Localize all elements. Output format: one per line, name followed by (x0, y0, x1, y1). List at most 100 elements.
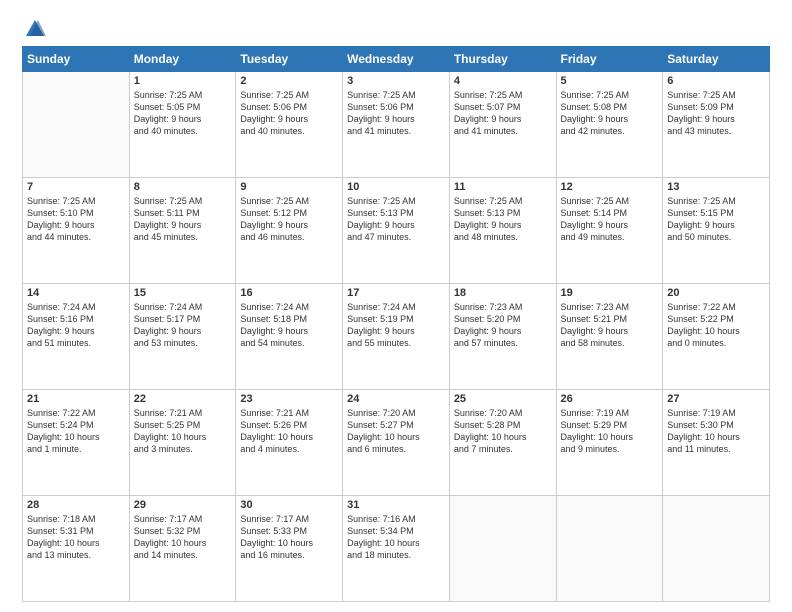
day-info: Sunrise: 7:25 AMSunset: 5:08 PMDaylight:… (561, 89, 659, 138)
day-info: Sunrise: 7:23 AMSunset: 5:21 PMDaylight:… (561, 301, 659, 350)
calendar-cell: 24Sunrise: 7:20 AMSunset: 5:27 PMDayligh… (343, 390, 450, 496)
day-info: Sunrise: 7:17 AMSunset: 5:33 PMDaylight:… (240, 513, 338, 562)
day-info: Sunrise: 7:20 AMSunset: 5:27 PMDaylight:… (347, 407, 445, 456)
day-info: Sunrise: 7:25 AMSunset: 5:05 PMDaylight:… (134, 89, 232, 138)
calendar-table: SundayMondayTuesdayWednesdayThursdayFrid… (22, 46, 770, 602)
day-info: Sunrise: 7:19 AMSunset: 5:30 PMDaylight:… (667, 407, 765, 456)
week-row-1: 1 Sunrise: 7:25 AMSunset: 5:05 PMDaylight… (23, 72, 770, 178)
day-number: 2 (240, 75, 338, 87)
calendar-cell: 29 Sunrise: 7:17 AMSunset: 5:32 PMDayligh… (129, 496, 236, 602)
day-info: Sunrise: 7:25 AMSunset: 5:15 PMDaylight:… (667, 195, 765, 244)
day-number: 17 (347, 287, 445, 299)
day-number: 12 (561, 181, 659, 193)
calendar-cell (663, 496, 770, 602)
calendar-cell: 26 Sunrise: 7:19 AMSunset: 5:29 PMDayligh… (556, 390, 663, 496)
calendar-cell: 13 Sunrise: 7:25 AMSunset: 5:15 PMDayligh… (663, 178, 770, 284)
weekday-header-friday: Friday (556, 47, 663, 72)
calendar-cell: 27 Sunrise: 7:19 AMSunset: 5:30 PMDayligh… (663, 390, 770, 496)
day-number: 29 (134, 499, 232, 511)
day-number: 22 (134, 393, 232, 405)
day-number: 25 (454, 393, 552, 405)
day-info: Sunrise: 7:24 AMSunset: 5:18 PMDaylight:… (240, 301, 338, 350)
day-number: 1 (134, 75, 232, 87)
weekday-header-tuesday: Tuesday (236, 47, 343, 72)
day-info: Sunrise: 7:24 AMSunset: 5:16 PMDaylight:… (27, 301, 125, 350)
calendar-cell (23, 72, 130, 178)
day-number: 23 (240, 393, 338, 405)
day-number: 8 (134, 181, 232, 193)
day-info: Sunrise: 7:22 AMSunset: 5:22 PMDaylight:… (667, 301, 765, 350)
day-info: Sunrise: 7:25 AMSunset: 5:11 PMDaylight:… (134, 195, 232, 244)
day-info: Sunrise: 7:21 AMSunset: 5:26 PMDaylight:… (240, 407, 338, 456)
day-number: 18 (454, 287, 552, 299)
day-number: 16 (240, 287, 338, 299)
calendar-cell: 22Sunrise: 7:21 AMSunset: 5:25 PMDayligh… (129, 390, 236, 496)
day-info: Sunrise: 7:25 AMSunset: 5:13 PMDaylight:… (454, 195, 552, 244)
calendar-cell: 25 Sunrise: 7:20 AMSunset: 5:28 PMDayligh… (449, 390, 556, 496)
day-number: 30 (240, 499, 338, 511)
week-row-3: 14Sunrise: 7:24 AMSunset: 5:16 PMDayligh… (23, 284, 770, 390)
week-row-5: 28 Sunrise: 7:18 AMSunset: 5:31 PMDayligh… (23, 496, 770, 602)
week-row-2: 7 Sunrise: 7:25 AMSunset: 5:10 PMDaylight… (23, 178, 770, 284)
calendar-cell: 14Sunrise: 7:24 AMSunset: 5:16 PMDayligh… (23, 284, 130, 390)
day-number: 11 (454, 181, 552, 193)
day-info: Sunrise: 7:25 AMSunset: 5:14 PMDaylight:… (561, 195, 659, 244)
day-info: Sunrise: 7:24 AMSunset: 5:17 PMDaylight:… (134, 301, 232, 350)
day-info: Sunrise: 7:22 AMSunset: 5:24 PMDaylight:… (27, 407, 125, 456)
day-info: Sunrise: 7:25 AMSunset: 5:12 PMDaylight:… (240, 195, 338, 244)
calendar-cell: 20Sunrise: 7:22 AMSunset: 5:22 PMDayligh… (663, 284, 770, 390)
calendar-cell (556, 496, 663, 602)
day-info: Sunrise: 7:25 AMSunset: 5:06 PMDaylight:… (347, 89, 445, 138)
calendar-cell: 28 Sunrise: 7:18 AMSunset: 5:31 PMDayligh… (23, 496, 130, 602)
calendar-cell: 19Sunrise: 7:23 AMSunset: 5:21 PMDayligh… (556, 284, 663, 390)
calendar-cell: 11 Sunrise: 7:25 AMSunset: 5:13 PMDayligh… (449, 178, 556, 284)
day-number: 4 (454, 75, 552, 87)
day-info: Sunrise: 7:25 AMSunset: 5:06 PMDaylight:… (240, 89, 338, 138)
calendar-cell: 30 Sunrise: 7:17 AMSunset: 5:33 PMDayligh… (236, 496, 343, 602)
calendar-cell: 16 Sunrise: 7:24 AMSunset: 5:18 PMDayligh… (236, 284, 343, 390)
day-info: Sunrise: 7:25 AMSunset: 5:09 PMDaylight:… (667, 89, 765, 138)
calendar-cell: 31 Sunrise: 7:16 AMSunset: 5:34 PMDayligh… (343, 496, 450, 602)
day-info: Sunrise: 7:19 AMSunset: 5:29 PMDaylight:… (561, 407, 659, 456)
page: SundayMondayTuesdayWednesdayThursdayFrid… (0, 0, 792, 612)
day-number: 10 (347, 181, 445, 193)
day-info: Sunrise: 7:25 AMSunset: 5:10 PMDaylight:… (27, 195, 125, 244)
calendar-cell: 8 Sunrise: 7:25 AMSunset: 5:11 PMDaylight… (129, 178, 236, 284)
day-info: Sunrise: 7:25 AMSunset: 5:07 PMDaylight:… (454, 89, 552, 138)
day-info: Sunrise: 7:20 AMSunset: 5:28 PMDaylight:… (454, 407, 552, 456)
day-info: Sunrise: 7:18 AMSunset: 5:31 PMDaylight:… (27, 513, 125, 562)
day-info: Sunrise: 7:24 AMSunset: 5:19 PMDaylight:… (347, 301, 445, 350)
day-number: 21 (27, 393, 125, 405)
calendar-cell: 2 Sunrise: 7:25 AMSunset: 5:06 PMDaylight… (236, 72, 343, 178)
calendar-cell: 10Sunrise: 7:25 AMSunset: 5:13 PMDayligh… (343, 178, 450, 284)
calendar-cell: 21 Sunrise: 7:22 AMSunset: 5:24 PMDayligh… (23, 390, 130, 496)
calendar-cell: 5 Sunrise: 7:25 AMSunset: 5:08 PMDaylight… (556, 72, 663, 178)
day-number: 9 (240, 181, 338, 193)
weekday-header-thursday: Thursday (449, 47, 556, 72)
calendar-cell: 18 Sunrise: 7:23 AMSunset: 5:20 PMDayligh… (449, 284, 556, 390)
day-info: Sunrise: 7:23 AMSunset: 5:20 PMDaylight:… (454, 301, 552, 350)
calendar-cell: 4 Sunrise: 7:25 AMSunset: 5:07 PMDaylight… (449, 72, 556, 178)
day-info: Sunrise: 7:16 AMSunset: 5:34 PMDaylight:… (347, 513, 445, 562)
calendar-cell: 6 Sunrise: 7:25 AMSunset: 5:09 PMDaylight… (663, 72, 770, 178)
weekday-header-wednesday: Wednesday (343, 47, 450, 72)
weekday-header-monday: Monday (129, 47, 236, 72)
calendar-cell: 1 Sunrise: 7:25 AMSunset: 5:05 PMDaylight… (129, 72, 236, 178)
day-number: 5 (561, 75, 659, 87)
calendar-cell: 12 Sunrise: 7:25 AMSunset: 5:14 PMDayligh… (556, 178, 663, 284)
day-number: 6 (667, 75, 765, 87)
day-number: 15 (134, 287, 232, 299)
header (22, 18, 770, 36)
calendar-cell: 3Sunrise: 7:25 AMSunset: 5:06 PMDaylight… (343, 72, 450, 178)
day-number: 31 (347, 499, 445, 511)
day-number: 27 (667, 393, 765, 405)
calendar-cell: 23 Sunrise: 7:21 AMSunset: 5:26 PMDayligh… (236, 390, 343, 496)
day-number: 7 (27, 181, 125, 193)
day-info: Sunrise: 7:17 AMSunset: 5:32 PMDaylight:… (134, 513, 232, 562)
weekday-header-saturday: Saturday (663, 47, 770, 72)
day-number: 26 (561, 393, 659, 405)
calendar-cell: 17 Sunrise: 7:24 AMSunset: 5:19 PMDayligh… (343, 284, 450, 390)
day-number: 28 (27, 499, 125, 511)
day-number: 13 (667, 181, 765, 193)
weekday-header-sunday: Sunday (23, 47, 130, 72)
